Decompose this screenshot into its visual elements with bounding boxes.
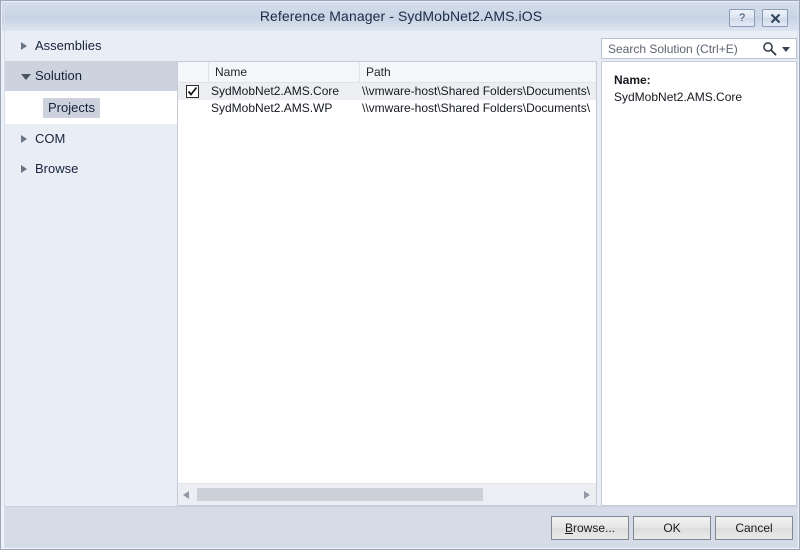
reference-list: Name Path SydMobNet2.AMS.Core \\vmware-h…: [177, 61, 597, 506]
row-name: SydMobNet2.AMS.WP: [211, 101, 333, 115]
window-title: Reference Manager - SydMobNet2.AMS.iOS: [259, 8, 543, 24]
detail-pane: Name: SydMobNet2.AMS.Core: [601, 61, 797, 506]
search-box[interactable]: [601, 38, 797, 59]
arrow-left-icon: [183, 491, 189, 499]
search-input[interactable]: [602, 39, 757, 58]
sidebar-item-assemblies[interactable]: Assemblies: [5, 31, 177, 61]
chevron-right-icon: [21, 135, 27, 143]
column-header-name[interactable]: Name: [209, 62, 360, 82]
arrow-right-icon: [584, 491, 590, 499]
ok-button[interactable]: OK: [633, 516, 711, 540]
row-name: SydMobNet2.AMS.Core: [211, 84, 340, 98]
cancel-button[interactable]: Cancel: [715, 516, 793, 540]
sidebar-item-com[interactable]: COM: [5, 124, 177, 154]
sidebar-item-label: Projects: [43, 98, 100, 118]
sidebar-item-label: Solution: [35, 68, 82, 83]
scroll-left-button[interactable]: [178, 484, 195, 505]
sidebar-item-solution[interactable]: Solution: [5, 61, 177, 91]
detail-name-label: Name:: [614, 73, 651, 87]
browse-button-label: rowse...: [573, 521, 616, 535]
column-header-checkbox[interactable]: [178, 62, 209, 82]
help-button[interactable]: ?: [729, 9, 755, 27]
dialog-body: Assemblies Solution Projects COM Browse: [5, 31, 797, 506]
row-path: \\vmware-host\Shared Folders\Documents\: [362, 84, 591, 98]
close-button[interactable]: [762, 9, 788, 27]
sidebar-item-label: Assemblies: [35, 38, 102, 53]
chevron-right-icon: [21, 42, 27, 50]
column-header-path[interactable]: Path: [360, 62, 596, 82]
browse-button[interactable]: Browse...: [551, 516, 629, 540]
scroll-right-button[interactable]: [579, 484, 596, 505]
sidebar-item-label: Browse: [35, 161, 79, 176]
table-row[interactable]: SydMobNet2.AMS.Core \\vmware-host\Shared…: [178, 83, 596, 100]
browse-button-accesskey: B: [564, 521, 573, 535]
scrollbar-thumb[interactable]: [197, 488, 483, 501]
row-path: \\vmware-host\Shared Folders\Documents\: [362, 101, 591, 115]
help-icon: ?: [738, 12, 746, 24]
detail-name-value: SydMobNet2.AMS.Core: [614, 90, 743, 104]
table-row[interactable]: SydMobNet2.AMS.WP \\vmware-host\Shared F…: [178, 100, 596, 117]
close-icon: [770, 13, 780, 24]
title-bar[interactable]: Reference Manager - SydMobNet2.AMS.iOS ?: [2, 2, 799, 31]
list-rows: SydMobNet2.AMS.Core \\vmware-host\Shared…: [178, 83, 596, 483]
sidebar-item-label: COM: [35, 131, 66, 146]
category-tree: Assemblies Solution Projects COM Browse: [5, 31, 177, 506]
dialog-footer: Browse... OK Cancel: [5, 506, 797, 547]
chevron-down-icon[interactable]: [782, 47, 790, 52]
row-checkbox-cell[interactable]: [178, 83, 209, 100]
horizontal-scrollbar[interactable]: [178, 483, 596, 505]
list-column-headers: Name Path: [178, 62, 596, 83]
sidebar-item-projects[interactable]: Projects: [5, 91, 177, 124]
sidebar-item-browse[interactable]: Browse: [5, 154, 177, 184]
checkbox-checked-icon[interactable]: [186, 85, 199, 98]
chevron-down-icon: [21, 74, 31, 80]
chevron-right-icon: [21, 165, 27, 173]
row-checkbox-cell[interactable]: [178, 100, 209, 117]
search-icon[interactable]: [762, 41, 777, 56]
reference-manager-dialog: Reference Manager - SydMobNet2.AMS.iOS ?…: [0, 0, 800, 550]
